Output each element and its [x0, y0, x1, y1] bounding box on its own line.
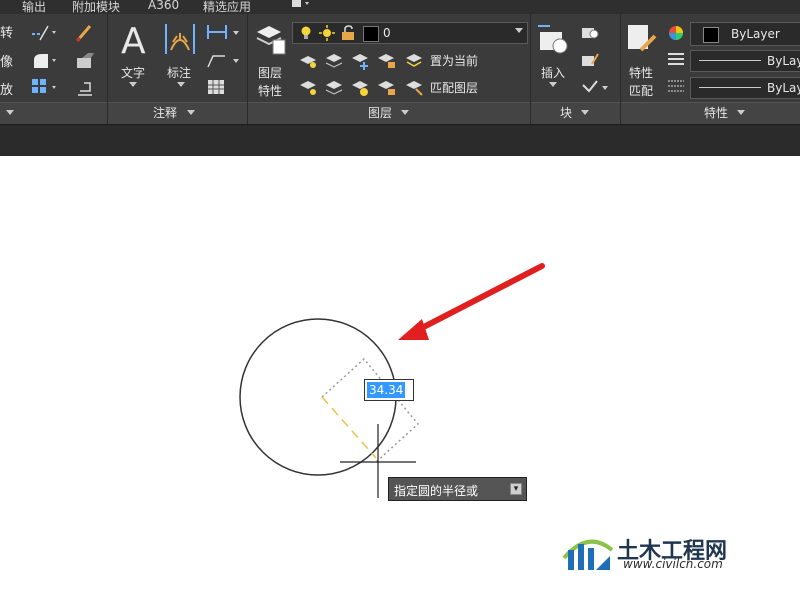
lightbulb-icon — [299, 25, 313, 41]
match-properties-label-1[interactable]: 特性 — [629, 64, 653, 81]
tab-overflow-icon[interactable] — [290, 0, 312, 8]
unlock-icon — [341, 25, 355, 41]
set-current-label[interactable]: 置为当前 — [430, 52, 478, 69]
brush-icon[interactable] — [74, 22, 96, 44]
layer-freeze-icon[interactable] — [350, 50, 370, 70]
lineweight-icon[interactable] — [667, 51, 685, 67]
layer-unisolate-icon[interactable] — [324, 77, 344, 97]
stretch-icon[interactable] — [74, 50, 96, 72]
layer-off-icon[interactable] — [298, 50, 318, 70]
insert-block-icon[interactable] — [536, 22, 570, 56]
layer-lock-icon[interactable] — [376, 50, 396, 70]
civilcn-logo-icon — [560, 528, 616, 572]
modify-mirror-label[interactable]: 像 — [0, 51, 13, 70]
trim-icon[interactable] — [30, 22, 60, 42]
color-value: ByLayer — [731, 27, 780, 41]
annotation-panel-title: 注释 — [153, 106, 178, 120]
linetype-value: ByLay — [767, 81, 800, 95]
color-dropdown[interactable]: ByLayer — [690, 22, 800, 46]
svg-text:A: A — [121, 21, 146, 58]
command-prompt-tooltip: 指定圆的半径或 ▾ — [388, 477, 527, 501]
leader-icon[interactable] — [205, 50, 241, 70]
layers-panel-title: 图层 — [368, 106, 393, 120]
lineweight-dropdown[interactable]: ByLay — [690, 50, 800, 72]
offset-icon[interactable] — [74, 77, 96, 99]
block-panel-titlebar[interactable] — [531, 102, 620, 125]
modify-panel-titlebar[interactable] — [0, 102, 107, 125]
ribbon: 输出 附加模块 A360 精选应用 转 像 放 A 文字 标注 图层 特性 0 … — [0, 0, 800, 157]
layer-on-icon[interactable] — [298, 77, 318, 97]
text-icon[interactable]: A — [118, 20, 150, 58]
line-preview — [699, 60, 761, 61]
match-properties-icon[interactable] — [625, 22, 659, 56]
color-swatch — [703, 27, 719, 43]
tab-featured-apps[interactable]: 精选应用 — [203, 0, 251, 15]
lineweight-value: ByLay — [767, 54, 800, 68]
chevron-down-icon[interactable] — [128, 80, 138, 88]
dimension-icon[interactable] — [163, 20, 197, 58]
layer-properties-icon[interactable] — [253, 22, 287, 56]
properties-panel-title: 特性 — [704, 106, 729, 120]
layer-thaw-icon[interactable] — [350, 77, 370, 97]
current-layer-name: 0 — [383, 26, 391, 40]
layer-color-swatch — [363, 26, 379, 42]
dynamic-input-field[interactable]: 34.34 — [364, 379, 414, 401]
match-layer-label[interactable]: 匹配图层 — [430, 79, 478, 96]
color-wheel-icon[interactable] — [667, 24, 685, 42]
modify-scale-label[interactable]: 放 — [0, 79, 13, 98]
match-properties-label-2[interactable]: 匹配 — [629, 82, 653, 99]
tab-output[interactable]: 输出 — [22, 0, 46, 15]
tab-a360[interactable]: A360 — [148, 0, 179, 12]
annotation-panel-titlebar[interactable] — [108, 102, 247, 125]
layer-properties-label-1[interactable]: 图层 — [258, 64, 282, 81]
options-down-icon[interactable]: ▾ — [510, 483, 522, 495]
layer-isolate-icon[interactable] — [324, 50, 344, 70]
block-panel-title: 块 — [560, 106, 573, 120]
create-block-icon[interactable] — [580, 22, 600, 42]
layer-properties-label-2[interactable]: 特性 — [258, 82, 282, 99]
edit-attributes-icon[interactable] — [580, 77, 610, 97]
linetype-dropdown[interactable]: ByLay — [690, 77, 800, 99]
line-preview — [699, 87, 761, 88]
modify-rotate-label[interactable]: 转 — [0, 22, 13, 41]
fillet-icon[interactable] — [30, 50, 60, 70]
chevron-down-icon — [515, 28, 523, 33]
chevron-down-icon[interactable] — [580, 108, 590, 116]
ribbon-tab-strip: 输出 附加模块 A360 精选应用 — [0, 0, 800, 14]
match-layer-icon[interactable] — [404, 77, 424, 97]
chevron-down-icon[interactable] — [186, 108, 196, 116]
chevron-down-icon[interactable] — [736, 108, 746, 116]
layer-dropdown[interactable]: 0 — [292, 22, 528, 44]
table-icon[interactable] — [205, 77, 227, 97]
chevron-down-icon[interactable] — [548, 80, 558, 88]
command-prompt-text: 指定圆的半径或 — [394, 484, 479, 498]
sun-icon — [319, 25, 335, 41]
dynamic-input-value: 34.34 — [367, 382, 406, 398]
chevron-down-icon — [6, 110, 14, 115]
dimension-button-label[interactable]: 标注 — [167, 64, 191, 81]
text-button-label[interactable]: 文字 — [121, 64, 145, 81]
chevron-down-icon[interactable] — [176, 80, 186, 88]
insert-label[interactable]: 插入 — [541, 64, 565, 81]
layer-unlock-icon[interactable] — [376, 77, 396, 97]
linear-dim-icon[interactable] — [205, 22, 241, 42]
array-icon[interactable] — [30, 77, 60, 97]
chevron-down-icon[interactable] — [400, 108, 410, 116]
set-current-icon[interactable] — [404, 50, 424, 70]
watermark-url: www.civilcn.com — [623, 557, 723, 571]
tab-addins[interactable]: 附加模块 — [72, 0, 120, 15]
edit-block-icon[interactable] — [580, 50, 600, 70]
file-tab-bar — [0, 124, 800, 157]
linetype-icon[interactable] — [667, 78, 685, 94]
